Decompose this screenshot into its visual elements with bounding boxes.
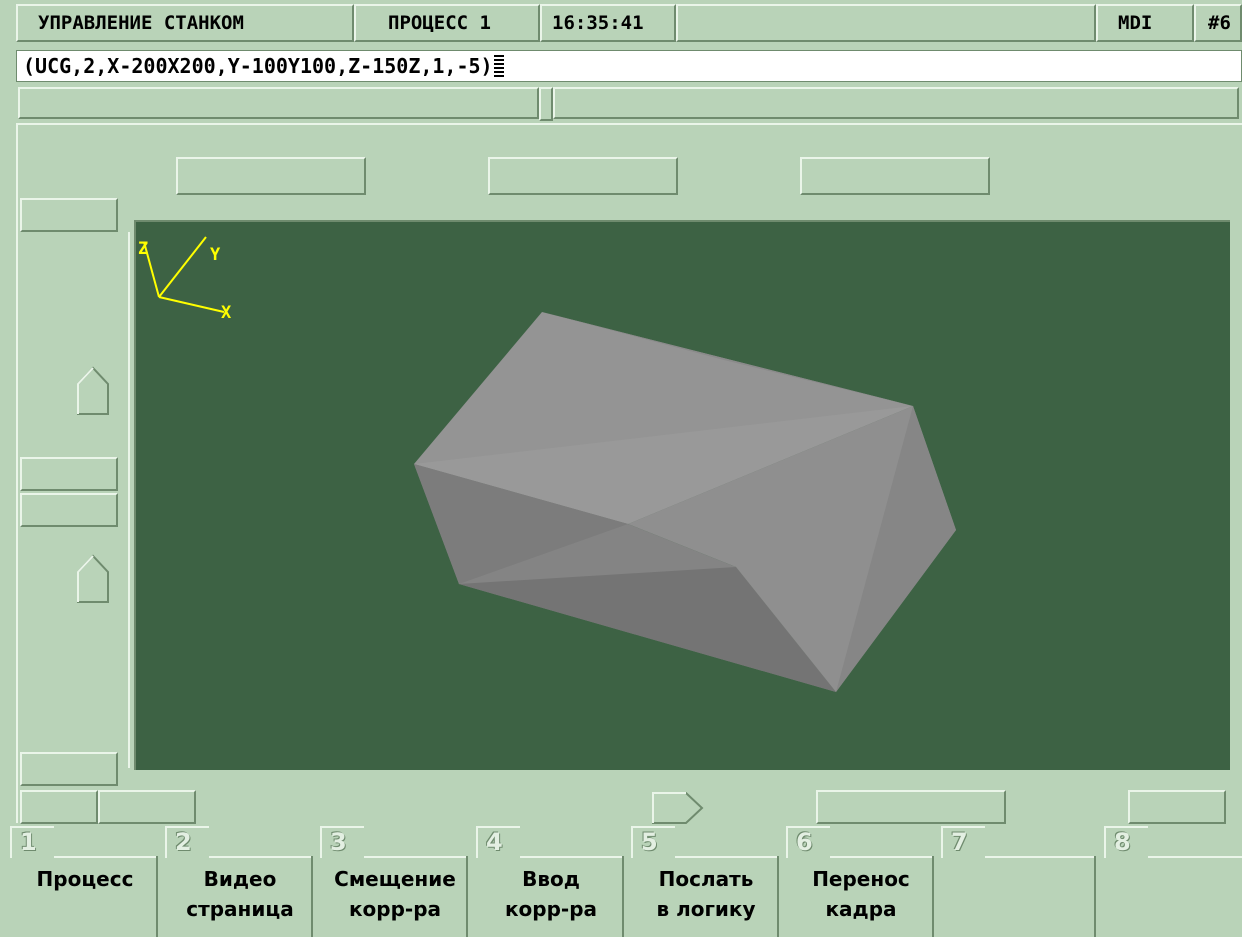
status-bar-right [553,87,1239,119]
side-up-button-1[interactable] [76,366,110,416]
softkey-3-number: 3 [330,828,347,856]
softkey-bar: 1 Процесс 2 Видео страница 3 Смещение ко… [0,826,1242,937]
process-field: ПРОЦЕСС 1 [354,4,540,42]
axis-x-line [158,296,225,313]
softkey-7-tab[interactable]: 7 [941,826,1096,937]
side-field-top [20,198,118,232]
clock: 16:35:41 [552,12,644,34]
softkey-6-tab[interactable]: 6 Перенос кадра [786,826,934,937]
softkey-4-label: Ввод корр-ра [504,867,598,921]
graphics-viewport[interactable]: Z Y X [134,220,1230,770]
bottom-field-2 [98,790,196,824]
softkey-5-number: 5 [641,828,658,856]
side-field-mid-2 [20,493,118,527]
softkey-2-tab[interactable]: 2 Видео страница [165,826,313,937]
axis-y-line [158,236,207,298]
axis-y-label: Y [210,245,221,265]
play-arrow-icon [652,792,704,824]
side-up-button-2[interactable] [76,554,110,604]
softkey-5-label: Послать в логику [656,867,756,921]
workpiece-solid [414,312,956,692]
status-bar-left [18,87,539,119]
side-field-mid-1 [20,457,118,491]
side-field-bottom [20,752,118,786]
softkey-3-tab[interactable]: 3 Смещение корр-ра [320,826,468,937]
channel-badge: #6 [1208,12,1231,34]
mode-field: MDI [1096,4,1194,42]
softkey-3-label: Смещение корр-ра [334,867,456,921]
softkey-4-tab[interactable]: 4 Ввод корр-ра [476,826,624,937]
channel-field: #6 [1194,4,1242,42]
softkey-6-number: 6 [796,828,813,856]
house-arrow-icon [77,366,109,415]
softkey-6-label: Перенос кадра [812,867,910,921]
axis-x-label: X [221,303,232,323]
softkey-8-tab[interactable]: 8 [1104,826,1242,937]
info-field-3 [800,157,990,195]
status-divider-handle[interactable] [539,87,553,121]
softkey-1-tab[interactable]: 1 Процесс [10,826,158,937]
softkey-2-label: Видео страница [186,867,294,921]
clock-field: 16:35:41 [540,4,676,42]
process-label: ПРОЦЕСС 1 [388,12,491,34]
softkey-8-number: 8 [1114,828,1131,856]
command-input[interactable]: (UCG,2,X-200X200,Y-100Y100,Z-150Z,1,-5) [16,50,1242,82]
text-cursor [493,53,504,77]
side-panel-divider [128,232,130,768]
axis-z-label: Z [138,239,148,259]
bottom-field-1 [20,790,98,824]
header-spacer [676,4,1096,42]
viewport-canvas: Z Y X [138,236,956,692]
info-field-1 [176,157,366,195]
command-text: (UCG,2,X-200X200,Y-100Y100,Z-150Z,1,-5) [23,54,493,78]
softkey-5-tab[interactable]: 5 Послать в логику [631,826,779,937]
softkey-1-number: 1 [20,828,37,856]
house-arrow-icon [77,554,109,603]
info-field-2 [488,157,678,195]
mode-badge: MDI [1118,12,1153,34]
play-indicator [650,790,706,826]
bottom-field-3 [816,790,1006,824]
title-field: УПРАВЛЕНИЕ СТАНКОМ [16,4,354,42]
softkey-1-label: Процесс [36,867,134,891]
softkey-2-number: 2 [175,828,192,856]
app-title: УПРАВЛЕНИЕ СТАНКОМ [38,12,244,34]
softkey-7-number: 7 [951,828,968,856]
softkey-4-number: 4 [486,828,503,856]
bottom-field-4 [1128,790,1226,824]
